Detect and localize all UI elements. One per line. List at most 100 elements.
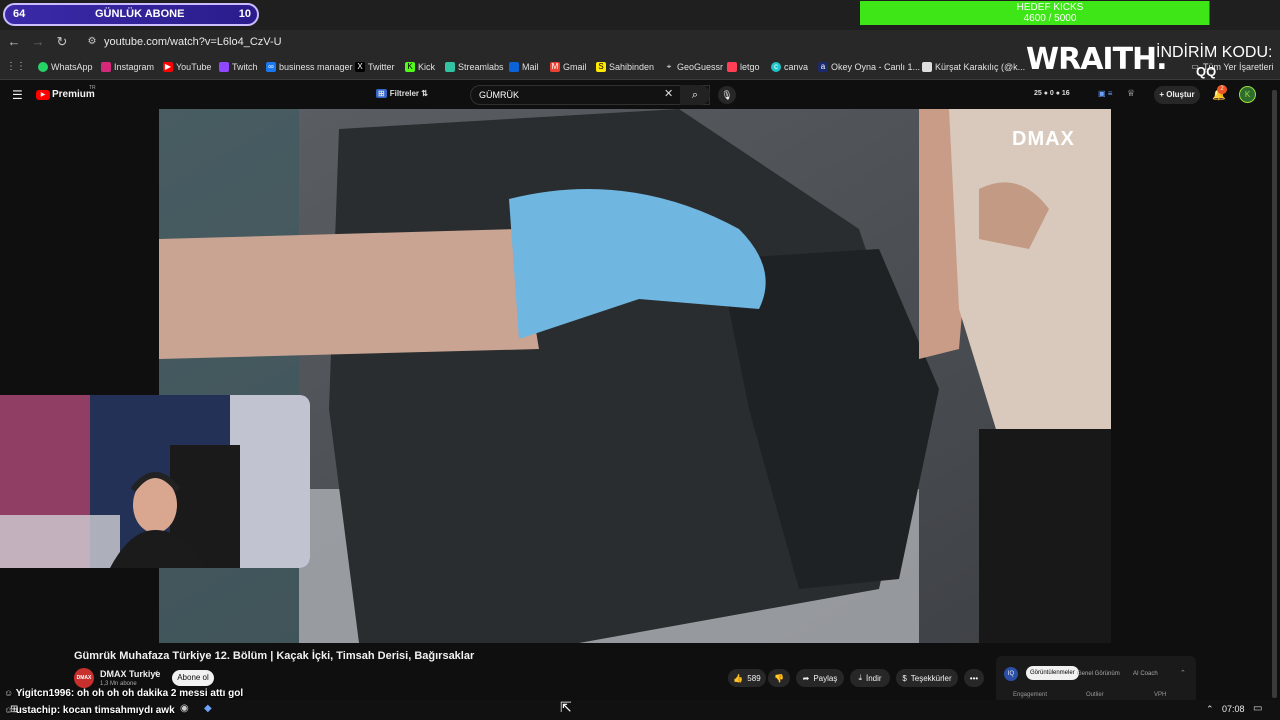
- page-icon: [922, 62, 932, 72]
- mail-icon: [509, 62, 519, 72]
- kick-icon: K: [405, 62, 415, 72]
- streamlabs-icon: [445, 62, 455, 72]
- bookmark-kursat[interactable]: Kürşat Karakılıç (@k...: [922, 60, 1025, 74]
- url-field[interactable]: youtube.com/watch?v=L6lo4_CzV-U: [104, 36, 282, 48]
- bookmark-letgo[interactable]: letgo: [727, 60, 760, 74]
- download-icon: ⤓: [858, 673, 862, 682]
- analytics-panel: [996, 656, 1196, 706]
- extension-icon[interactable]: ▣ ≡: [1098, 89, 1112, 98]
- col-vph: VPH: [1154, 692, 1167, 698]
- dislike-button[interactable]: 👎: [768, 669, 790, 687]
- youtube-logo-icon[interactable]: ▶: [36, 90, 50, 100]
- more-actions-button[interactable]: •••: [964, 669, 984, 687]
- obs-icon[interactable]: ◉: [180, 703, 189, 714]
- page-scrollbar[interactable]: [1272, 90, 1277, 698]
- verified-icon: ✔: [153, 670, 159, 677]
- bookmark-canva[interactable]: c canva: [771, 60, 808, 74]
- chat-message: ☺ ustachip: kocan timsahmıydı awk: [4, 705, 175, 716]
- share-button[interactable]: ➦ Paylaş: [796, 669, 844, 687]
- channel-avatar[interactable]: DMAX: [74, 668, 94, 688]
- bookmark-sahibinden[interactable]: S Sahibinden: [596, 60, 654, 74]
- search-icon: ⌕: [691, 89, 699, 101]
- search-input[interactable]: GÜMRÜK: [470, 85, 710, 105]
- gmail-icon: M: [550, 62, 560, 72]
- site-info-icon[interactable]: ⚙: [84, 34, 100, 50]
- thumbs-up-icon: 👍: [733, 673, 744, 683]
- download-button[interactable]: ⤓ İndir: [850, 669, 890, 687]
- sahibinden-icon: S: [596, 62, 606, 72]
- tab-overview[interactable]: Genel Görünüm: [1077, 671, 1120, 677]
- forward-icon[interactable]: →: [30, 34, 46, 50]
- notification-count: 2: [1217, 85, 1227, 94]
- twitter-icon: X: [355, 62, 365, 72]
- avatar[interactable]: K: [1239, 86, 1256, 103]
- analytics-logo-icon: IQ: [1004, 667, 1018, 681]
- reload-icon[interactable]: ↻: [54, 34, 70, 50]
- bookmark-gmail[interactable]: M Gmail: [550, 60, 587, 74]
- bookmark-twitter[interactable]: X Twitter: [355, 60, 395, 74]
- mic-icon: 🎙: [721, 90, 733, 100]
- bookmark-business-manager[interactable]: ∞ business manager: [266, 60, 353, 74]
- thumbs-down-icon: 👎: [774, 673, 784, 683]
- bookmark-mail[interactable]: Mail: [509, 60, 539, 74]
- kicks-goal-bar: HEDEF KICKS 4600 / 5000: [860, 1, 1252, 25]
- apps-icon[interactable]: ⋮⋮: [6, 59, 26, 75]
- canva-icon: c: [771, 62, 781, 72]
- notification-center-icon[interactable]: ▭: [1253, 703, 1262, 714]
- bookmark-whatsapp[interactable]: WhatsApp: [38, 60, 93, 74]
- trophy-icon[interactable]: ♕: [1127, 88, 1135, 99]
- subscriber-count: 1,3 Mn abone: [100, 681, 137, 687]
- video-title: Gümrük Muhafaza Türkiye 12. Bölüm | Kaça…: [74, 650, 475, 662]
- col-outlier: Outlier: [1086, 692, 1104, 698]
- search-button[interactable]: ⌕: [680, 85, 710, 105]
- discount-label: İNDİRİM KODU:: [1156, 44, 1273, 61]
- extension-stats: 25 ● 0 ● 16: [1034, 90, 1070, 97]
- meta-icon: ∞: [266, 62, 276, 72]
- map-pin-icon: ⌖: [666, 62, 672, 71]
- taskbar: [0, 700, 1280, 720]
- tray-chevron-icon[interactable]: ⌃: [1206, 704, 1214, 715]
- bookmark-streamlabs[interactable]: Streamlabs: [445, 60, 504, 74]
- filter-icon: ⊞: [376, 89, 387, 98]
- filters-button[interactable]: ⊞ Filtreler ⇅: [376, 89, 428, 98]
- subscribe-button[interactable]: Abone ol: [172, 670, 214, 686]
- bookmark-twitch[interactable]: Twitch: [219, 60, 258, 74]
- collapse-icon[interactable]: ⌃: [1180, 669, 1186, 677]
- col-engagement: Engagement: [1013, 692, 1048, 698]
- user-icon: ☺: [4, 688, 16, 698]
- bookmark-youtube[interactable]: ▶ YouTube: [163, 60, 211, 74]
- instagram-icon: [101, 62, 111, 72]
- okey-icon: a: [818, 62, 828, 72]
- thanks-button[interactable]: $ Teşekkürler: [896, 669, 958, 687]
- clock: 07:08: [1222, 704, 1245, 714]
- bookmark-okey[interactable]: a Okey Oyna - Canlı 1...: [818, 60, 920, 74]
- letgo-icon: [727, 62, 737, 72]
- menu-icon[interactable]: ☰: [12, 88, 23, 102]
- create-button[interactable]: + Oluştur: [1154, 86, 1200, 104]
- voice-search-button[interactable]: 🎙: [718, 86, 736, 104]
- back-icon[interactable]: ←: [6, 34, 22, 50]
- discount-code: QQ: [1196, 64, 1217, 79]
- channel-watermark: DMAX: [1012, 128, 1075, 150]
- webcam-feed: [0, 395, 310, 568]
- daily-subscriber-goal: 64 GÜNLÜK ABONE 10: [3, 3, 259, 26]
- tab-views[interactable]: Görüntülenmeler: [1026, 666, 1079, 680]
- bookmark-instagram[interactable]: Instagram: [101, 60, 154, 74]
- share-icon: ➦: [802, 673, 810, 683]
- twitch-icon: [219, 62, 229, 72]
- bookmark-geoguessr[interactable]: ⌖ GeoGuessr: [664, 60, 723, 74]
- tab-ai-coach[interactable]: AI Coach: [1133, 671, 1158, 677]
- user-icon: ☺: [4, 705, 16, 715]
- thanks-icon: $: [902, 673, 907, 683]
- whatsapp-icon: [38, 62, 48, 72]
- clear-search-icon[interactable]: ✕: [664, 87, 673, 100]
- bookmark-kick[interactable]: K Kick: [405, 60, 435, 74]
- sponsor-logo: WRAITH.: [1026, 42, 1168, 77]
- steam-icon[interactable]: ◆: [204, 703, 212, 714]
- mouse-cursor-icon: ⇱: [560, 699, 572, 715]
- chat-message: ☺ Yigitcn1996: oh oh oh oh dakika 2 mess…: [4, 688, 244, 699]
- like-button[interactable]: 👍 589: [728, 669, 766, 687]
- region-label: TR: [89, 85, 96, 91]
- youtube-icon: ▶: [163, 62, 173, 72]
- channel-name[interactable]: DMAX Turkiye: [100, 669, 160, 679]
